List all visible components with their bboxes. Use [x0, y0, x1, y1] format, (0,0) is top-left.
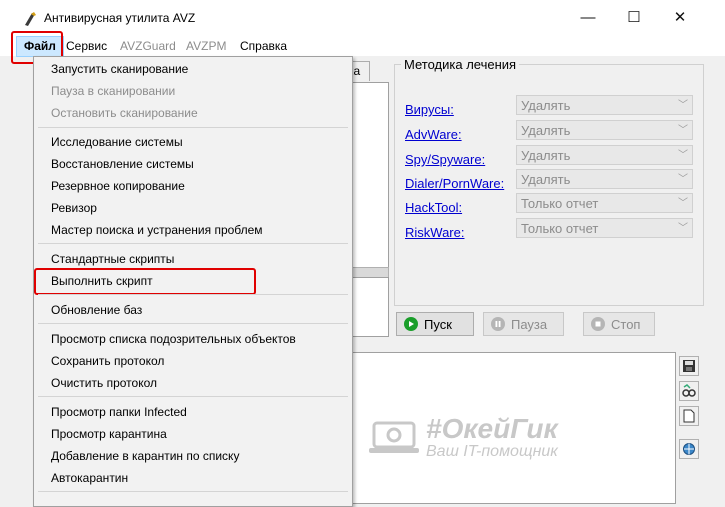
treatment-title: Методика лечения — [401, 57, 520, 72]
menu-item-standard-scripts[interactable]: Стандартные скрипты — [51, 250, 174, 268]
menu-item-view-quarantine[interactable]: Просмотр карантина — [51, 425, 167, 443]
menu-avzpm[interactable]: AVZPM — [180, 37, 232, 55]
chevron-down-icon: ﹀ — [678, 174, 688, 185]
save-log-button[interactable] — [679, 356, 699, 376]
menu-item-auditor[interactable]: Ревизор — [51, 199, 97, 217]
stop-icon — [591, 317, 605, 331]
threat-link-spyware[interactable]: Spy/Spyware: — [405, 152, 485, 167]
menu-separator — [38, 294, 348, 295]
chevron-down-icon: ﹀ — [678, 198, 688, 209]
menu-item-view-infected[interactable]: Просмотр папки Infected — [51, 403, 187, 421]
watermark: #ОкейГик Ваш IT-помощник — [368, 415, 558, 461]
menu-avzguard[interactable]: AVZGuard — [114, 37, 182, 55]
start-button[interactable]: Пуск — [396, 312, 474, 336]
action-select-viruses[interactable]: Удалять ﹀ — [516, 95, 693, 115]
menu-separator — [38, 243, 348, 244]
menu-separator — [38, 323, 348, 324]
action-select-advware[interactable]: Удалять ﹀ — [516, 120, 693, 140]
threat-link-dialer[interactable]: Dialer/PornWare: — [405, 176, 504, 191]
threat-link-hacktool[interactable]: HackTool: — [405, 200, 462, 215]
chevron-down-icon: ﹀ — [678, 100, 688, 111]
view-suspicious-button[interactable] — [679, 381, 699, 401]
clear-log-button[interactable] — [679, 406, 699, 426]
menu-item-update-databases[interactable]: Обновление баз — [51, 301, 142, 319]
chevron-down-icon: ﹀ — [678, 223, 688, 234]
window-title: Антивирусная утилита AVZ — [44, 11, 196, 25]
menu-item-system-research[interactable]: Исследование системы — [51, 133, 183, 151]
menu-item-stop-scan[interactable]: Остановить сканирование — [51, 104, 198, 122]
watermark-subtitle: Ваш IT-помощник — [426, 443, 558, 460]
action-select-hacktool[interactable]: Только отчет ﹀ — [516, 193, 693, 213]
scan-area-panel — [352, 82, 389, 269]
action-select-riskware[interactable]: Только отчет ﹀ — [516, 218, 693, 238]
menu-item-system-restore[interactable]: Восстановление системы — [51, 155, 194, 173]
stop-label: Стоп — [611, 316, 641, 332]
stop-button[interactable]: Стоп — [583, 312, 655, 336]
chevron-down-icon: ﹀ — [678, 150, 688, 161]
glasses-icon — [682, 384, 696, 397]
menu-separator — [38, 491, 348, 492]
avz-app-icon — [22, 11, 38, 27]
pause-label: Пауза — [511, 316, 548, 332]
menu-service[interactable]: Сервис — [60, 37, 113, 55]
run-script-highlight-frame — [34, 268, 256, 295]
start-label: Пуск — [424, 316, 452, 332]
menu-item-view-suspicious[interactable]: Просмотр списка подозрительных объектов — [51, 330, 296, 348]
menu-separator — [38, 127, 348, 128]
menu-help[interactable]: Справка — [234, 37, 293, 55]
network-button[interactable] — [679, 439, 699, 459]
pause-icon — [491, 317, 505, 331]
menu-item-quarantine-by-list[interactable]: Добавление в карантин по списку — [51, 447, 239, 465]
threat-link-riskware[interactable]: RiskWare: — [405, 225, 464, 240]
menu-item-backup[interactable]: Резервное копирование — [51, 177, 185, 195]
watermark-title: #ОкейГик — [426, 413, 558, 444]
chevron-down-icon: ﹀ — [678, 125, 688, 136]
action-select-dialer[interactable]: Удалять ﹀ — [516, 169, 693, 189]
play-icon — [404, 317, 418, 331]
menu-item-start-scan[interactable]: Запустить сканирование — [51, 60, 188, 78]
maximize-button[interactable]: ☐ — [611, 0, 657, 34]
globe-icon — [683, 443, 695, 455]
menu-item-troubleshoot-wizard[interactable]: Мастер поиска и устранения проблем — [51, 221, 263, 239]
menu-item-pause-scan[interactable]: Пауза в сканировании — [51, 82, 175, 100]
action-select-spyware[interactable]: Удалять ﹀ — [516, 145, 693, 165]
options-panel — [352, 277, 389, 337]
threat-link-advware[interactable]: AdvWare: — [405, 127, 462, 142]
threat-link-viruses[interactable]: Вирусы: — [405, 102, 454, 117]
menu-item-autoquarantine[interactable]: Автокарантин — [51, 469, 128, 487]
floppy-disk-icon — [683, 360, 695, 372]
close-button[interactable]: ✕ — [657, 0, 703, 34]
minimize-button[interactable]: — — [565, 0, 611, 34]
document-icon — [683, 409, 695, 423]
menu-separator — [38, 396, 348, 397]
menu-item-clear-log[interactable]: Очистить протокол — [51, 374, 157, 392]
laptop-wrench-icon — [369, 421, 419, 453]
menu-item-save-log[interactable]: Сохранить протокол — [51, 352, 164, 370]
pause-button[interactable]: Пауза — [483, 312, 564, 336]
